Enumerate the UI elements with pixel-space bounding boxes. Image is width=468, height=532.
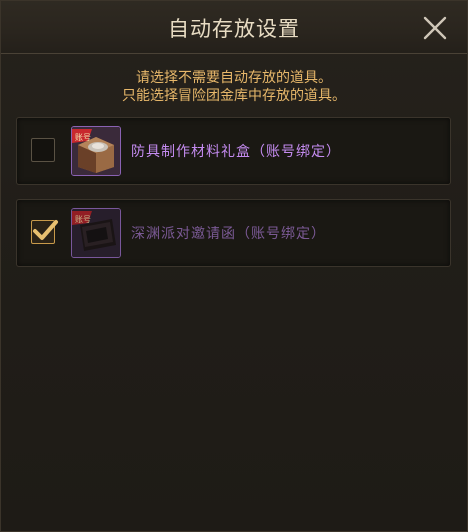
account-tag: 账号 (75, 133, 91, 142)
dialog-title: 自动存放设置 (168, 17, 300, 41)
item-name: 深渊派对邀请函（账号绑定） (131, 226, 326, 242)
invitation-icon: 账号 (71, 208, 121, 258)
item-row-abyss-party-invitation[interactable]: 账号 深渊派对邀请函（账号绑定） (16, 199, 451, 267)
close-icon (420, 13, 450, 43)
item-name: 防具制作材料礼盒（账号绑定） (131, 144, 341, 160)
account-tag: 账号 (75, 215, 91, 224)
item-row-armor-material-box[interactable]: 账号 防具制作材料礼盒（账号绑定） (16, 117, 451, 185)
auto-store-settings-dialog: 自动存放设置 请选择不需要自动存放的道具。 只能选择冒险团金库中存放的道具。 账… (0, 0, 468, 532)
hint-text-line-2: 只能选择冒险团金库中存放的道具。 (122, 88, 346, 104)
item-checkbox[interactable] (31, 138, 55, 162)
item-checkbox-checked[interactable] (31, 220, 58, 244)
hint-text-line-1: 请选择不需要自动存放的道具。 (136, 70, 332, 86)
dialog-title-bar: 自动存放设置 (1, 1, 467, 54)
checkmark-icon (33, 220, 58, 240)
gift-box-icon: 账号 (71, 126, 121, 176)
close-button[interactable] (420, 13, 450, 43)
